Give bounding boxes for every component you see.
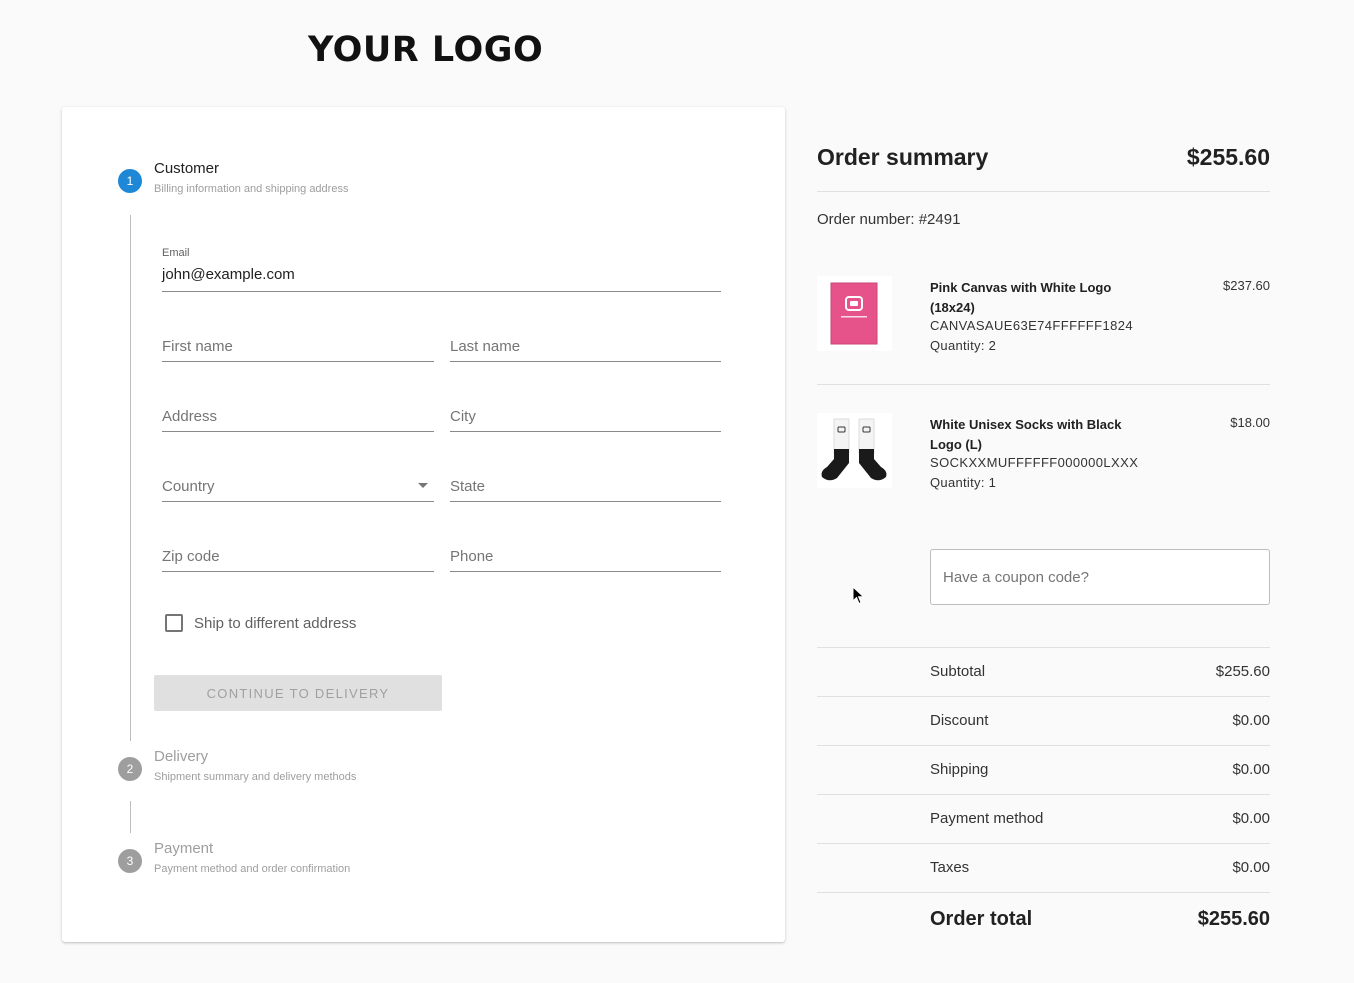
chevron-down-icon [418, 483, 428, 488]
zip-code-field[interactable]: Zip code [162, 537, 434, 572]
item-sku: CANVASAUE63E74FFFFFF1824 [930, 318, 1133, 333]
state-field[interactable]: State [450, 467, 721, 502]
socks-thumbnail [817, 413, 892, 488]
last-name-placeholder: Last name [450, 338, 521, 355]
email-value[interactable]: john@example.com [162, 266, 295, 283]
taxes-label: Taxes [930, 859, 970, 876]
divider [817, 794, 1270, 795]
step-title: Payment [154, 840, 214, 857]
item-quantity: Quantity: 2 [930, 338, 997, 353]
country-placeholder: Country [162, 478, 215, 495]
divider [817, 892, 1270, 893]
brand-logo: YOUR LOGO [308, 30, 544, 70]
last-name-field[interactable]: Last name [450, 327, 721, 362]
country-select[interactable]: Country [162, 467, 434, 502]
first-name-field[interactable]: First name [162, 327, 434, 362]
checkout-card: 1 Customer Billing information and shipp… [62, 107, 785, 942]
ship-different-checkbox[interactable] [165, 614, 183, 632]
divider [817, 696, 1270, 697]
subtotal-label: Subtotal [930, 663, 986, 680]
first-name-placeholder: First name [162, 338, 233, 355]
address-placeholder: Address [162, 408, 218, 425]
step-title: Customer [154, 160, 220, 177]
order-summary-total: $255.60 [1186, 144, 1270, 170]
email-label: Email [162, 247, 190, 259]
subtotal-value: $255.60 [1215, 663, 1270, 680]
state-placeholder: State [450, 478, 486, 495]
taxes-value: $0.00 [1232, 859, 1270, 876]
address-field[interactable]: Address [162, 397, 434, 432]
divider [817, 647, 1270, 648]
divider [817, 745, 1270, 746]
item-name: White Unisex Socks with Black Logo (L) [930, 417, 1122, 452]
coupon-code-input[interactable] [930, 549, 1270, 605]
order-number: Order number: #2491 [817, 211, 961, 228]
stepper-connector [130, 215, 131, 741]
item-price: $18.00 [1230, 415, 1270, 430]
divider [817, 384, 1270, 385]
discount-label: Discount [930, 712, 989, 729]
step-number-badge: 2 [118, 757, 142, 781]
stepper-connector [130, 801, 131, 833]
step-number-badge: 3 [118, 849, 142, 873]
phone-placeholder: Phone [450, 548, 494, 565]
item-quantity: Quantity: 1 [930, 475, 997, 490]
pink-canvas-thumbnail [817, 276, 892, 351]
order-total-value: $255.60 [1197, 908, 1270, 930]
payment-method-label: Payment method [930, 810, 1044, 827]
mouse-cursor-icon [852, 586, 865, 605]
payment-method-value: $0.00 [1232, 810, 1270, 827]
ship-different-label[interactable]: Ship to different address [194, 615, 356, 632]
shipping-label: Shipping [930, 761, 989, 778]
city-placeholder: City [450, 408, 476, 425]
city-field[interactable]: City [450, 397, 721, 432]
email-field[interactable]: Email john@example.com [162, 247, 721, 292]
order-summary-title: Order summary [817, 144, 989, 170]
item-sku: SOCKXXMUFFFFFF000000LXXX [930, 455, 1139, 470]
order-total-label: Order total [930, 908, 1033, 930]
phone-field[interactable]: Phone [450, 537, 721, 572]
divider [817, 843, 1270, 844]
item-price: $237.60 [1223, 278, 1270, 293]
zip-code-placeholder: Zip code [162, 548, 220, 565]
shipping-value: $0.00 [1232, 761, 1270, 778]
step-number-badge: 1 [118, 169, 142, 193]
step-subtitle: Billing information and shipping address [154, 183, 349, 195]
ship-different-option[interactable]: Ship to different address [165, 614, 356, 632]
step-subtitle: Payment method and order confirmation [154, 863, 351, 875]
step-title: Delivery [154, 748, 209, 765]
continue-to-delivery-button[interactable]: CONTINUE TO DELIVERY [154, 675, 442, 711]
step-subtitle: Shipment summary and delivery methods [154, 771, 357, 783]
discount-value: $0.00 [1232, 712, 1270, 729]
item-name: Pink Canvas with White Logo (18x24) [930, 280, 1112, 315]
divider [817, 191, 1270, 192]
